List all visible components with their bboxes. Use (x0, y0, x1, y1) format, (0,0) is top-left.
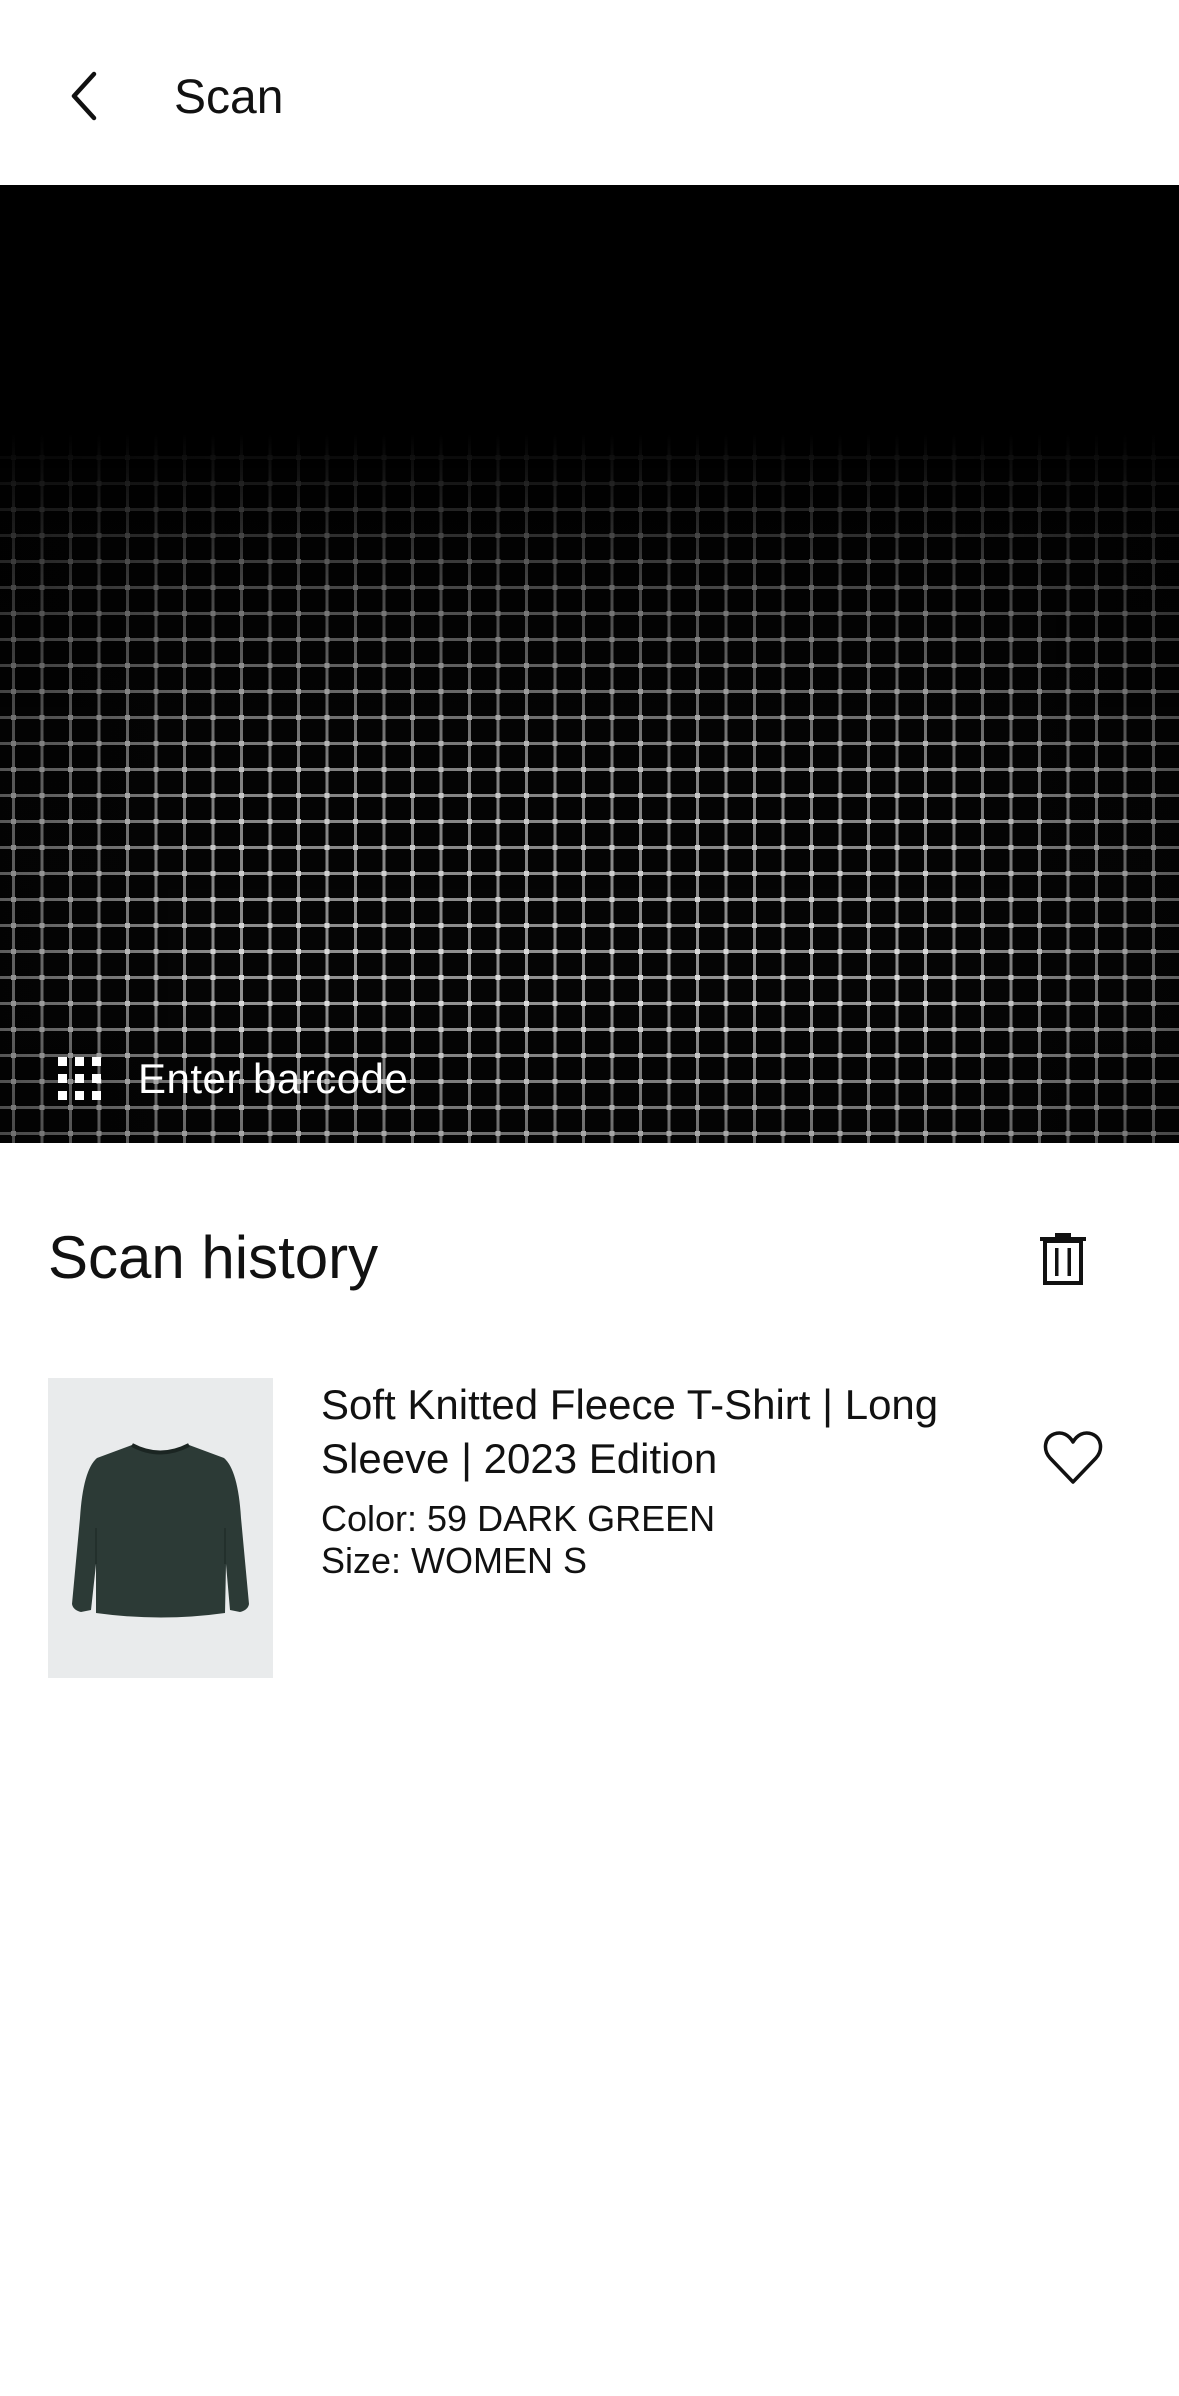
camera-viewfinder[interactable]: Enter barcode (0, 185, 1179, 1143)
history-list-item[interactable]: Soft Knitted Fleece T-Shirt | Long Sleev… (48, 1378, 1131, 1678)
trash-icon (1040, 1233, 1086, 1285)
top-bar: Scan (0, 0, 1179, 185)
clear-history-button[interactable] (1030, 1226, 1096, 1292)
enter-barcode-button[interactable]: Enter barcode (56, 1047, 408, 1111)
product-size: Size: WOMEN S (321, 1540, 588, 1581)
product-color: Color: 59 DARK GREEN (321, 1498, 716, 1539)
page-title: Scan (174, 71, 284, 124)
camera-feed (0, 185, 1179, 1143)
product-thumbnail (48, 1378, 273, 1678)
enter-barcode-label: Enter barcode (138, 1055, 409, 1102)
scan-history-heading: Scan history (48, 1224, 379, 1291)
sweater-image (72, 1443, 249, 1618)
favorite-button[interactable] (1033, 1418, 1113, 1498)
chevron-left-icon (71, 71, 97, 121)
grid-dots-icon (58, 1057, 101, 1100)
heart-outline-icon (1043, 1431, 1103, 1484)
product-name: Soft Knitted Fleece T-Shirt | Long Sleev… (321, 1381, 939, 1482)
back-button[interactable] (48, 60, 120, 132)
